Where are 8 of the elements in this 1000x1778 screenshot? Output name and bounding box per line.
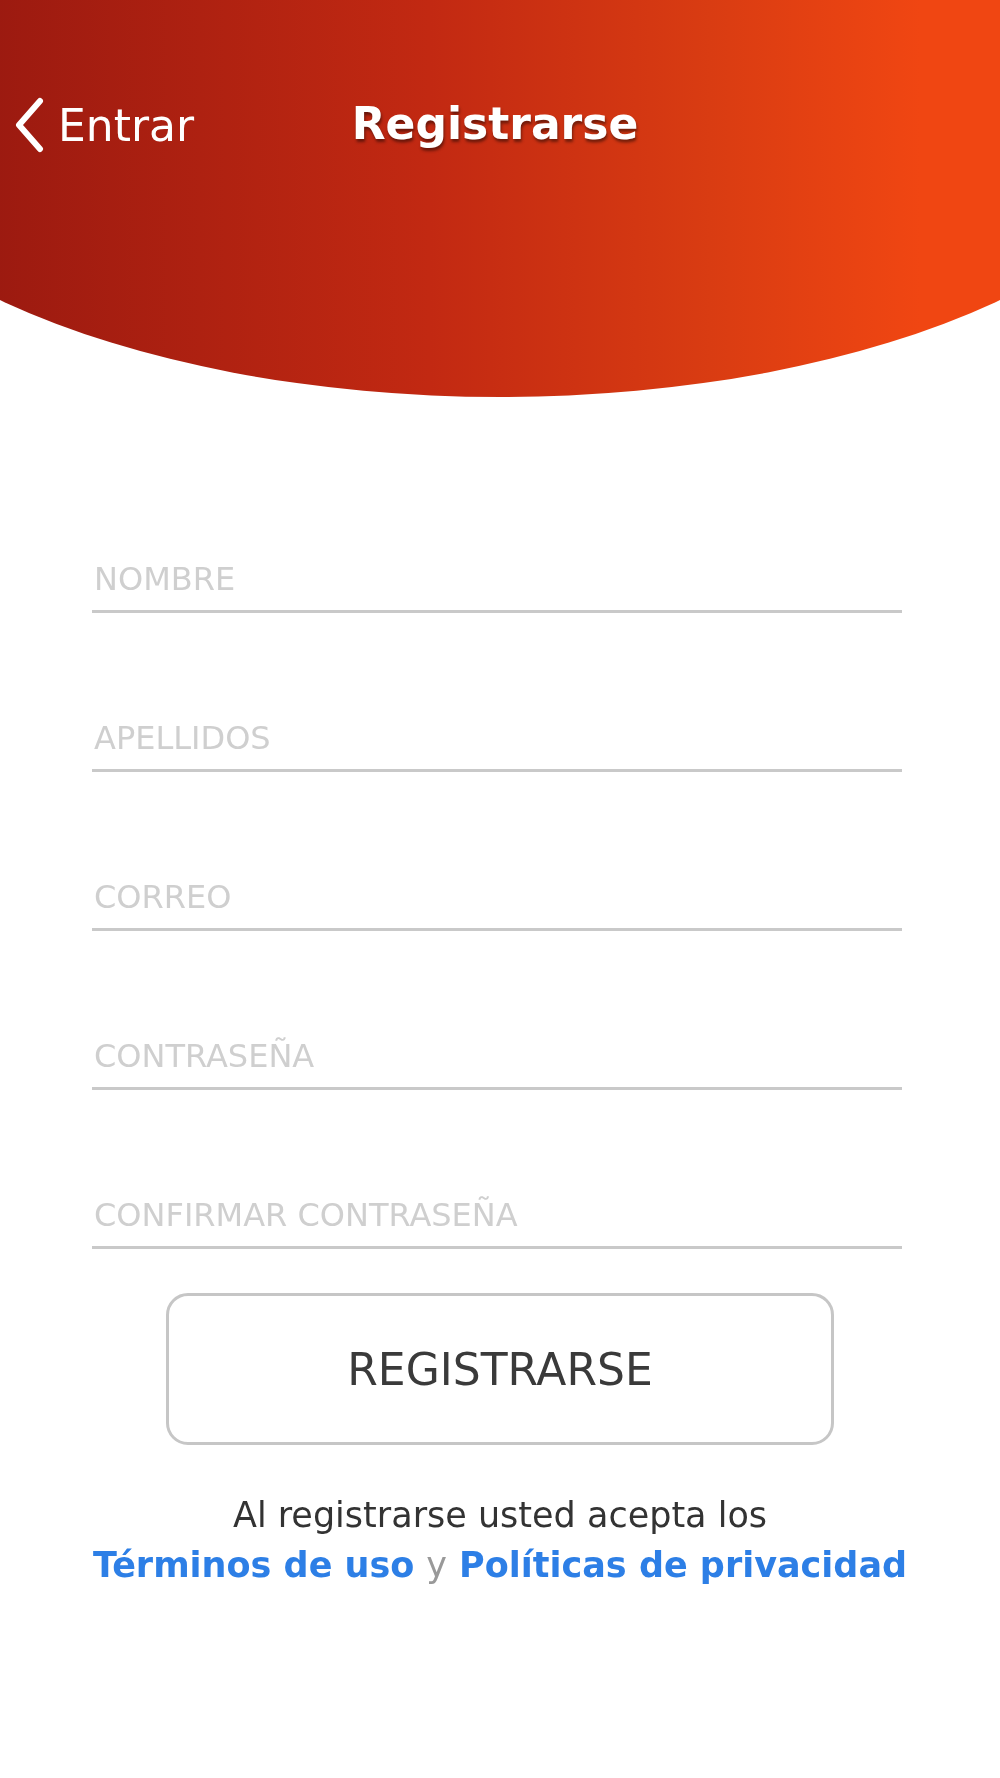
page-title: Registrarse [351, 98, 639, 149]
conjunction-text: y [426, 1545, 448, 1585]
terms-link[interactable]: Términos de uso [92, 1545, 415, 1585]
back-button[interactable]: Entrar [0, 97, 195, 153]
chevron-left-icon [14, 97, 44, 153]
terms-notice: Al registrarse usted acepta los [232, 1495, 768, 1535]
privacy-link[interactable]: Políticas de privacidad [459, 1545, 908, 1585]
register-button[interactable]: REGISTRARSE [166, 1293, 834, 1445]
